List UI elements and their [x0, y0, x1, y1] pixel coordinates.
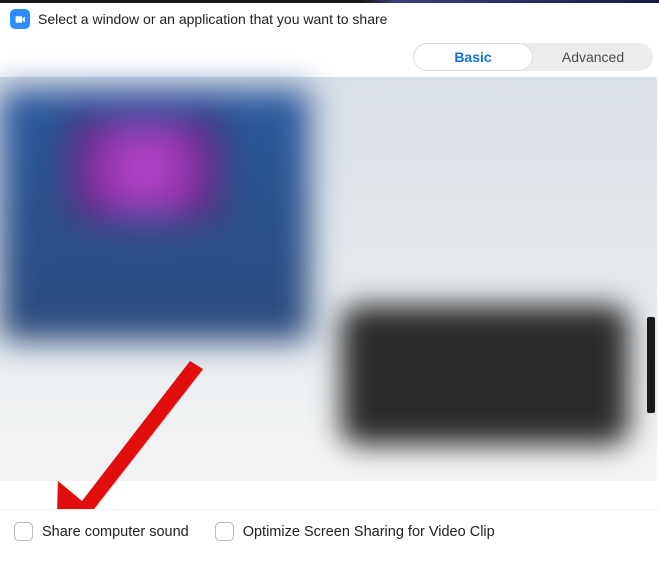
dialog-title: Select a window or an application that y… [38, 11, 387, 27]
blurred-dark-thumbnail [341, 305, 629, 445]
share-preview-area[interactable] [0, 77, 657, 481]
optimize-video-clip-checkbox[interactable]: Optimize Screen Sharing for Video Clip [215, 522, 495, 541]
tab-basic[interactable]: Basic [413, 43, 533, 71]
tab-advanced[interactable]: Advanced [533, 43, 653, 71]
blurred-content-thumbnail [70, 119, 220, 219]
dialog-header: Select a window or an application that y… [0, 3, 659, 33]
share-computer-sound-checkbox[interactable]: Share computer sound [14, 522, 189, 541]
zoom-app-icon [10, 9, 30, 29]
share-sound-label: Share computer sound [42, 524, 189, 540]
checkbox-box [215, 522, 234, 541]
tabs-container: Basic Advanced [0, 33, 659, 77]
edge-marker [647, 317, 655, 413]
checkbox-box [14, 522, 33, 541]
share-mode-tabs: Basic Advanced [413, 43, 653, 71]
optimize-label: Optimize Screen Sharing for Video Clip [243, 524, 495, 540]
footer-options: Share computer sound Optimize Screen Sha… [0, 509, 659, 555]
